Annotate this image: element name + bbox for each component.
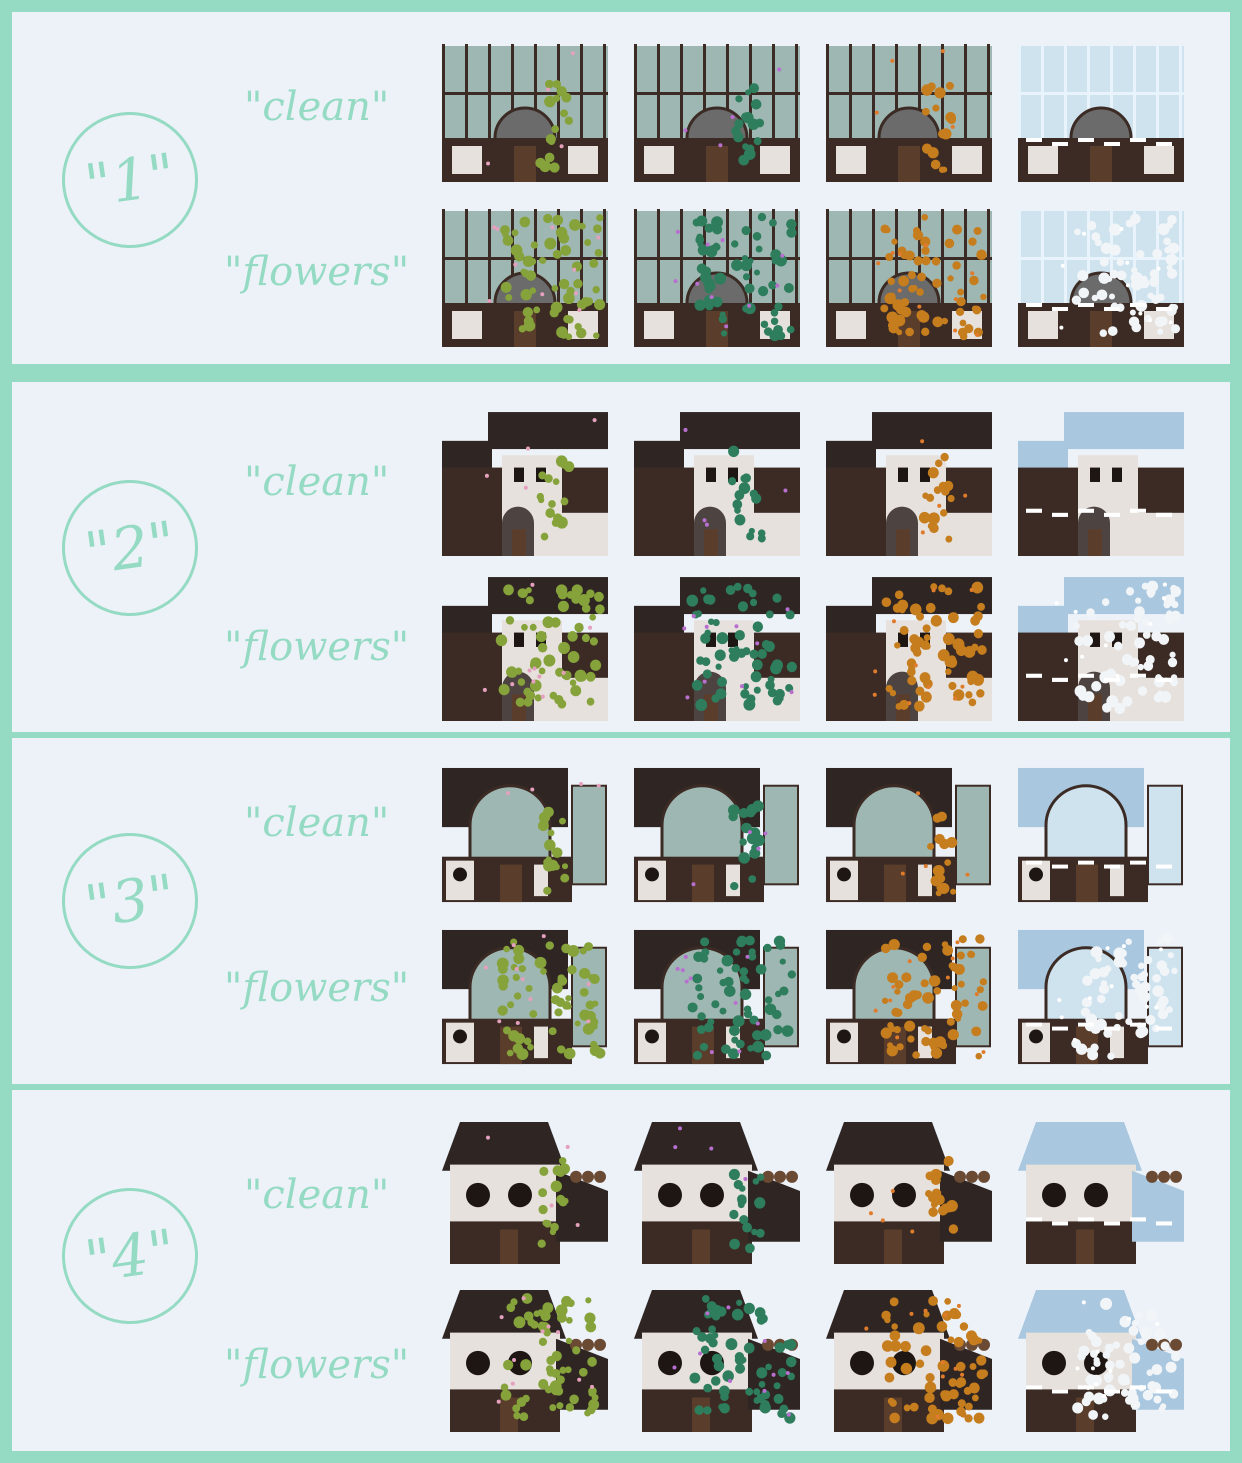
sprite-barn-flowers-fall	[824, 1288, 994, 1432]
clean-variant-label: "clean"	[244, 459, 390, 505]
sprite-cottage-flowers-summer	[632, 575, 802, 721]
sprite-greenhouse-clean-winter	[1016, 42, 1186, 184]
sprite-conservatory-clean-fall	[824, 766, 994, 906]
number-label: "4"	[80, 1216, 180, 1296]
number-badge-1: "1"	[53, 103, 207, 257]
sprite-conservatory-flowers-winter	[1016, 928, 1186, 1068]
building-panel-3: "3" "clean" "flowers"	[12, 738, 1230, 1084]
sprite-barn-flowers-winter	[1016, 1288, 1186, 1432]
sprite-barn-clean-spring	[440, 1120, 610, 1264]
sprite-cottage-clean-spring	[440, 410, 610, 556]
sprite-greenhouse-clean-summer	[632, 42, 802, 184]
building-panel-1: "1" "clean" "flowers"	[12, 12, 1230, 364]
sprite-greenhouse-clean-spring	[440, 42, 610, 184]
sprite-cottage-clean-winter	[1016, 410, 1186, 556]
sprite-conservatory-flowers-spring	[440, 928, 610, 1068]
flowers-variant-label: "flowers"	[224, 965, 410, 1011]
sprite-cottage-flowers-spring	[440, 575, 610, 721]
sprite-conservatory-clean-winter	[1016, 766, 1186, 906]
sprite-barn-flowers-spring	[440, 1288, 610, 1432]
sprite-greenhouse-clean-fall	[824, 42, 994, 184]
building-panel-2: "2" "clean" "flowers"	[12, 382, 1230, 732]
number-label: "3"	[80, 861, 180, 941]
flowers-variant-label: "flowers"	[224, 1342, 410, 1388]
sprite-cottage-flowers-fall	[824, 575, 994, 721]
sprite-conservatory-clean-summer	[632, 766, 802, 906]
clean-variant-label: "clean"	[244, 800, 390, 846]
sprite-greenhouse-flowers-winter	[1016, 207, 1186, 349]
sprite-barn-flowers-summer	[632, 1288, 802, 1432]
sprite-cottage-clean-summer	[632, 410, 802, 556]
number-badge-4: "4"	[53, 1179, 207, 1333]
sprite-barn-clean-fall	[824, 1120, 994, 1264]
sprite-cottage-flowers-winter	[1016, 575, 1186, 721]
sprite-conservatory-flowers-fall	[824, 928, 994, 1068]
sprite-barn-clean-summer	[632, 1120, 802, 1264]
sprite-greenhouse-flowers-fall	[824, 207, 994, 349]
sprite-greenhouse-flowers-summer	[632, 207, 802, 349]
number-label: "2"	[80, 508, 180, 588]
flowers-variant-label: "flowers"	[224, 624, 410, 670]
clean-variant-label: "clean"	[244, 84, 390, 130]
building-panel-4: "4" "clean" "flowers"	[12, 1090, 1230, 1451]
flowers-variant-label: "flowers"	[224, 249, 410, 295]
sprite-conservatory-flowers-summer	[632, 928, 802, 1068]
sprite-greenhouse-flowers-spring	[440, 207, 610, 349]
clean-variant-label: "clean"	[244, 1172, 390, 1218]
number-label: "1"	[80, 140, 180, 220]
sprite-barn-clean-winter	[1016, 1120, 1186, 1264]
number-badge-2: "2"	[53, 471, 207, 625]
sprite-conservatory-clean-spring	[440, 766, 610, 906]
sprite-cottage-clean-fall	[824, 410, 994, 556]
sprite-sheet: "1" "clean" "flowers" "2" "clean" "flowe…	[12, 12, 1230, 1451]
number-badge-3: "3"	[53, 824, 207, 978]
